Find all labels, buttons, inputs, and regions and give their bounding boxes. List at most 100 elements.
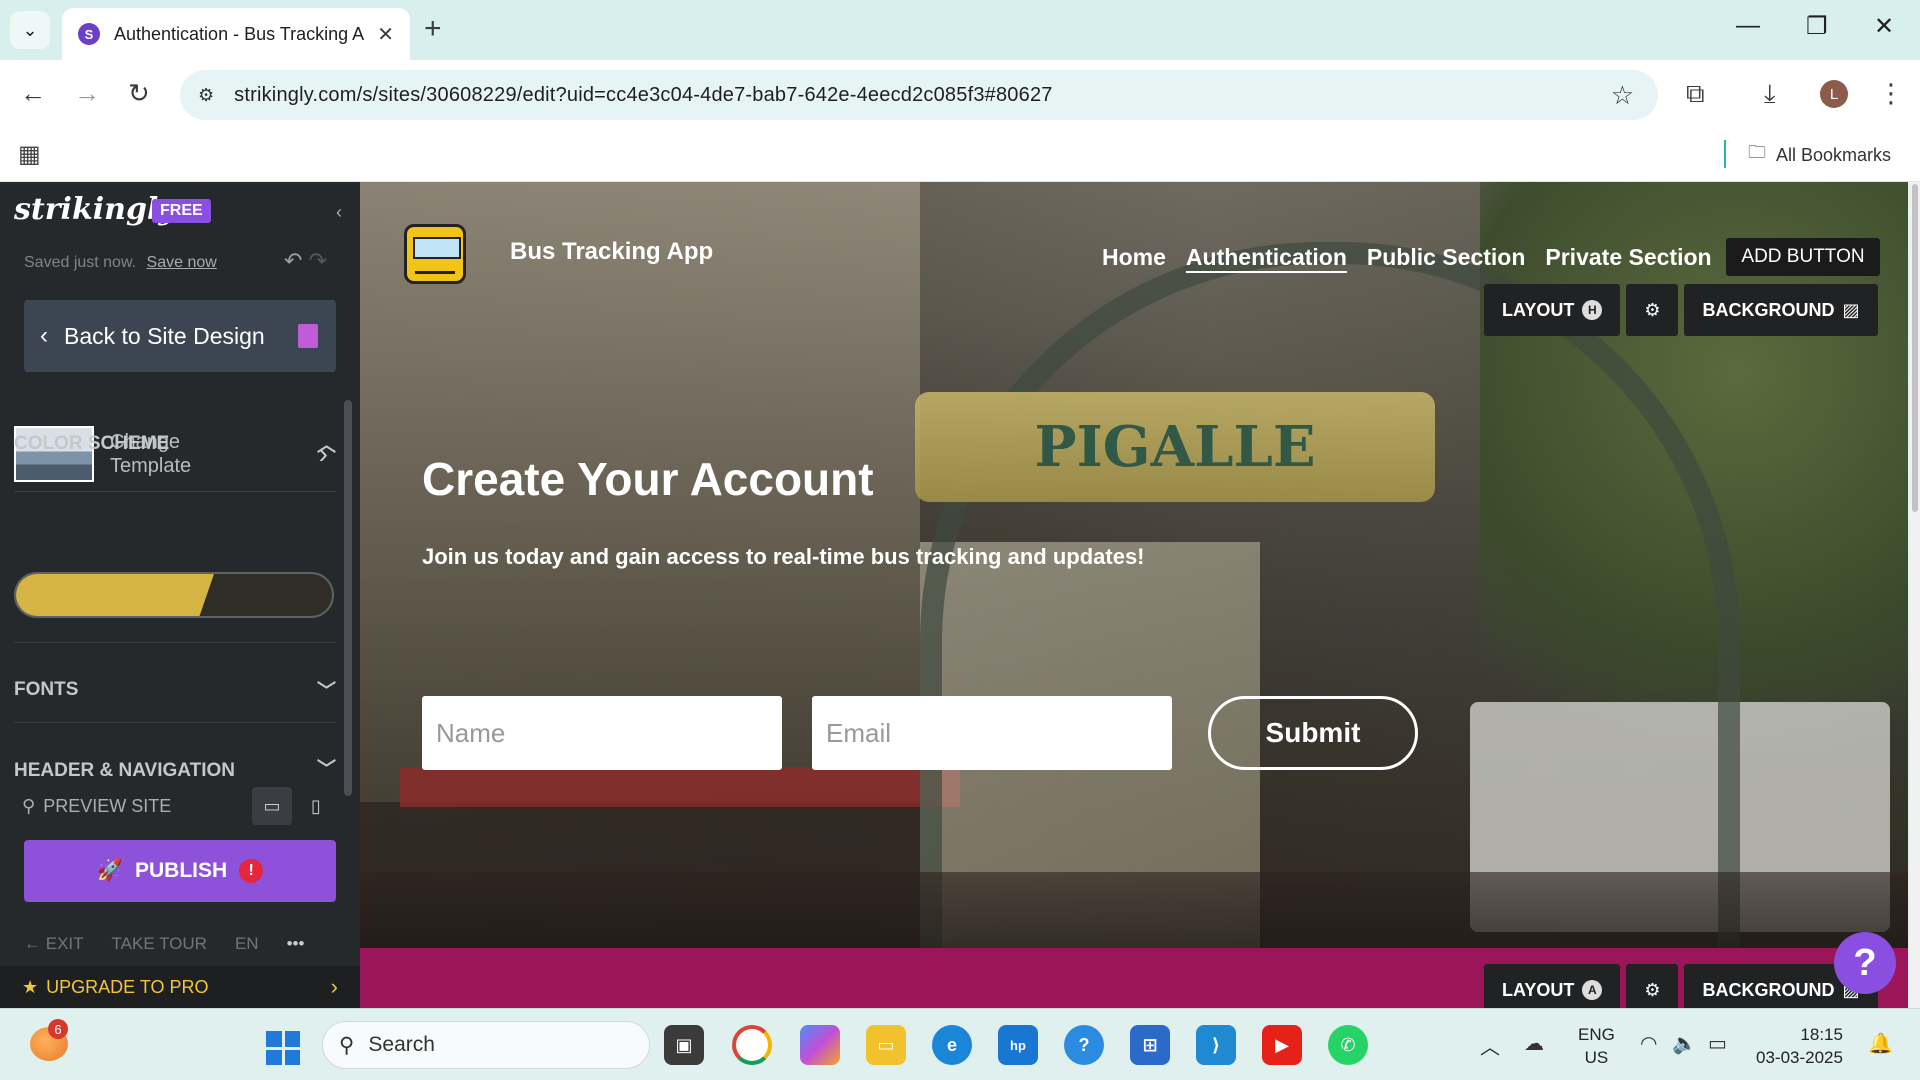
section-edit-toolbar-top: LAYOUT H ⚙ BACKGROUND ▨ [1484, 284, 1878, 336]
download-icon[interactable]: ⤓ [1764, 78, 1776, 110]
hero-title[interactable]: Create Your Account [422, 452, 874, 506]
close-tab-icon[interactable]: ✕ [377, 22, 394, 47]
chevron-up-icon: ︿ [316, 435, 336, 456]
site-preview-canvas: PIGALLE Bus Tracking App Home Authentica… [360, 182, 1908, 1008]
background-label: BACKGROUND [1702, 299, 1835, 320]
restore-window-button[interactable]: ❐ [1806, 12, 1828, 41]
section-settings-button[interactable]: ⚙ [1626, 284, 1679, 336]
microsoft-store-icon[interactable]: ⊞ [1130, 1025, 1170, 1065]
email-input[interactable]: Email [812, 696, 1172, 770]
nav-private-section[interactable]: Private Section [1545, 244, 1711, 271]
chevron-down-icon: ﹀ [316, 681, 336, 702]
profile-avatar[interactable]: L [1820, 80, 1848, 108]
url-text[interactable]: strikingly.com/s/sites/30608229/edit?uid… [234, 84, 1052, 107]
taskbar-search[interactable]: ⚲ Search [322, 1021, 650, 1069]
divider [14, 722, 336, 723]
site-info-icon[interactable]: ⚙ [198, 85, 214, 106]
chevron-left-icon: ‹ [40, 322, 48, 349]
close-window-button[interactable]: ✕ [1874, 12, 1894, 41]
browser-tab-strip: ⌄ S Authentication - Bus Tracking App ✕ … [0, 0, 1920, 60]
fonts-header[interactable]: FONTS ﹀ [14, 676, 336, 703]
all-bookmarks-button[interactable]: 🗀 All Bookmarks [1748, 140, 1891, 170]
copilot-icon[interactable] [800, 1025, 840, 1065]
help-button[interactable]: ? [1834, 932, 1896, 994]
address-bar[interactable]: ⚙ strikingly.com/s/sites/30608229/edit?u… [180, 70, 1658, 120]
bookmark-star-icon[interactable]: ☆ [1611, 80, 1634, 111]
save-now-link[interactable]: Save now [147, 254, 217, 271]
saved-status-text: Saved just now. [24, 254, 137, 271]
color-scheme-header[interactable]: COLOR SCHEME ︿ [14, 430, 336, 457]
wifi-icon[interactable]: ◠ [1640, 1031, 1657, 1056]
chrome-icon[interactable] [732, 1025, 772, 1065]
fonts-label: FONTS [14, 678, 79, 700]
upgrade-to-pro-bar[interactable]: ★ UPGRADE TO PRO › [0, 966, 360, 1008]
more-options-icon[interactable]: ••• [287, 934, 305, 954]
mobile-view-icon[interactable]: ▯ [296, 787, 336, 825]
star-icon: ★ [22, 976, 39, 997]
whatsapp-icon[interactable]: ✆ [1328, 1025, 1368, 1065]
nav-authentication[interactable]: Authentication [1186, 244, 1347, 271]
background-button[interactable]: BACKGROUND ▨ [1684, 284, 1878, 336]
layout-button[interactable]: LAYOUT H [1484, 284, 1621, 336]
youtube-icon[interactable]: ▶ [1262, 1025, 1302, 1065]
layout-button[interactable]: LAYOUT A [1484, 964, 1621, 1008]
name-input[interactable]: Name [422, 696, 782, 770]
submit-button[interactable]: Submit [1208, 696, 1418, 770]
layout-tag: A [1582, 980, 1603, 1000]
canvas-scrollbar[interactable] [1910, 182, 1920, 1008]
back-arrow-icon[interactable]: ← [20, 78, 46, 109]
battery-icon[interactable]: ▭ [1708, 1031, 1727, 1056]
language-link[interactable]: EN [235, 934, 259, 954]
add-button[interactable]: ADD BUTTON [1726, 238, 1880, 276]
notification-bell-icon[interactable]: 🔔 [1868, 1031, 1893, 1056]
undo-icon[interactable]: ↶ [284, 248, 302, 273]
header-navigation-header[interactable]: HEADER & NAVIGATION ﹀ [14, 754, 336, 776]
get-help-icon[interactable]: ? [1064, 1025, 1104, 1065]
file-explorer-icon[interactable]: ▭ [866, 1025, 906, 1065]
edge-icon[interactable]: e [932, 1025, 972, 1065]
tab-search-button[interactable]: ⌄ [10, 11, 50, 49]
volume-icon[interactable]: 🔈 [1672, 1031, 1697, 1056]
layout-tag: H [1582, 300, 1603, 320]
upgrade-label: UPGRADE TO PRO [46, 976, 209, 997]
publish-button[interactable]: 🚀 PUBLISH ! [24, 840, 336, 902]
divider [14, 642, 336, 643]
extensions-icon[interactable]: ⧉ [1686, 78, 1705, 110]
new-tab-button[interactable]: + [424, 12, 442, 46]
sidebar-scrollbar[interactable] [344, 400, 352, 796]
redo-icon[interactable]: ↷ [309, 248, 327, 273]
collapse-sidebar-icon[interactable]: ‹ [336, 202, 342, 223]
windows-taskbar: 6 ⚲ Search ▣ ▭ e hp ? ⊞ ⟩ ▶ ✆ ︿ ☁ ENG US… [0, 1008, 1920, 1080]
back-to-site-design-button[interactable]: ‹ Back to Site Design [24, 300, 336, 372]
forward-arrow-icon[interactable]: → [74, 78, 100, 109]
nav-public-section[interactable]: Public Section [1367, 244, 1525, 271]
reload-icon[interactable]: ↻ [128, 78, 150, 109]
minimize-window-button[interactable]: — [1736, 12, 1760, 40]
apps-grid-icon[interactable]: ▦ [18, 140, 41, 169]
hero-subtitle[interactable]: Join us today and gain access to real-ti… [422, 544, 1145, 570]
bookmarks-bar: ▦ 🗀 All Bookmarks [0, 128, 1920, 182]
scrollbar-thumb[interactable] [1912, 184, 1918, 512]
browser-tab-active[interactable]: S Authentication - Bus Tracking App ✕ [62, 8, 410, 60]
language-indicator[interactable]: ENG US [1578, 1023, 1615, 1069]
preview-site-link[interactable]: PREVIEW SITE [43, 796, 171, 817]
onedrive-icon[interactable]: ☁ [1524, 1031, 1544, 1056]
clock[interactable]: 18:15 03-03-2025 [1756, 1023, 1843, 1069]
task-view-icon[interactable]: ▣ [664, 1025, 704, 1065]
nav-home[interactable]: Home [1102, 244, 1166, 271]
color-scheme-swatch[interactable] [14, 572, 334, 618]
myhp-icon[interactable]: hp [998, 1025, 1038, 1065]
browser-menu-icon[interactable]: ⋮ [1878, 78, 1904, 109]
bus-logo-icon[interactable] [404, 224, 466, 284]
take-tour-link[interactable]: TAKE TOUR [112, 934, 207, 954]
site-name[interactable]: Bus Tracking App [510, 238, 713, 266]
language-label: ENG [1578, 1025, 1615, 1044]
section-settings-button[interactable]: ⚙ [1626, 964, 1679, 1008]
desktop-view-icon[interactable]: ▭ [252, 787, 292, 825]
vscode-icon[interactable]: ⟩ [1196, 1025, 1236, 1065]
preview-site-row: ⚲ PREVIEW SITE ▭ ▯ [22, 786, 336, 826]
chevron-up-icon[interactable]: ︿ [1480, 1031, 1500, 1060]
layout-label: LAYOUT [1502, 299, 1575, 320]
exit-link[interactable]: ← EXIT [24, 934, 84, 954]
windows-start-icon[interactable] [266, 1031, 300, 1065]
